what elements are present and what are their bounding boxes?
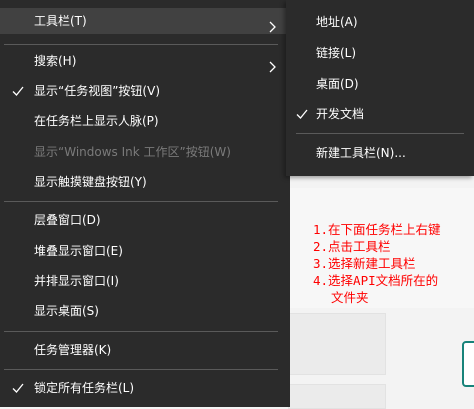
menu-item-label: 并排显示窗口(I) (34, 274, 119, 288)
menu-item-show-task-view-button[interactable]: 显示“任务视图”按钮(V) (0, 78, 290, 104)
partial-app-icon (462, 341, 474, 387)
menu-separator (4, 201, 278, 202)
menu-item-side-by-side-windows[interactable]: 并排显示窗口(I) (0, 268, 290, 294)
submenu-item-desktop[interactable]: 桌面(D) (286, 71, 474, 97)
submenu-item-address[interactable]: 地址(A) (286, 9, 474, 35)
menu-item-label: 桌面(D) (316, 77, 359, 91)
annotation-line: 1.在下面任务栏上右键 (313, 222, 441, 237)
menu-item-label: 显示“Windows Ink 工作区”按钮(W) (34, 145, 231, 159)
menu-item-label: 链接(L) (316, 46, 357, 60)
menu-item-label: 显示“任务视图”按钮(V) (34, 84, 161, 98)
menu-item-label: 堆叠显示窗口(E) (34, 244, 123, 258)
submenu-item-links[interactable]: 链接(L) (286, 40, 474, 66)
background-panel (288, 313, 386, 375)
menu-item-label: 显示桌面(S) (34, 304, 99, 318)
checkmark-icon (12, 375, 26, 401)
annotation-line: 4.选择API文档所在的 (313, 273, 439, 288)
menu-item-label: 新建工具栏(N)... (316, 146, 406, 160)
instruction-annotation: 1.在下面任务栏上右键 2.点击工具栏 3.选择新建工具栏 4.选择API文档所… (313, 221, 441, 306)
menu-item-label: 工具栏(T) (34, 14, 87, 28)
menu-item-touch-keyboard-button[interactable]: 显示触摸键盘按钮(Y) (0, 169, 290, 195)
menu-item-label: 搜索(H) (34, 54, 77, 68)
menu-item-label: 在任务栏上显示人脉(P) (34, 114, 159, 128)
menu-separator (4, 369, 278, 370)
checkmark-icon (296, 101, 310, 127)
menu-item-show-desktop[interactable]: 显示桌面(S) (0, 298, 290, 324)
submenu-item-dev-docs[interactable]: 开发文档 (286, 101, 474, 127)
menu-item-show-people[interactable]: 在任务栏上显示人脉(P) (0, 108, 290, 134)
checkmark-icon (12, 78, 26, 104)
menu-item-windows-ink-button: 显示“Windows Ink 工作区”按钮(W) (0, 139, 290, 165)
submenu-item-new-toolbar[interactable]: 新建工具栏(N)... (286, 140, 474, 166)
menu-item-label: 任务管理器(K) (34, 343, 112, 357)
menu-separator (4, 44, 278, 45)
menu-item-stacked-windows[interactable]: 堆叠显示窗口(E) (0, 238, 290, 264)
menu-item-label: 显示触摸键盘按钮(Y) (34, 175, 147, 189)
menu-separator (296, 133, 464, 134)
menu-item-task-manager[interactable]: 任务管理器(K) (0, 337, 290, 363)
menu-item-lock-all-taskbars[interactable]: 锁定所有任务栏(L) (0, 375, 290, 401)
menu-item-label: 层叠窗口(D) (34, 213, 101, 227)
menu-item-label: 地址(A) (316, 15, 358, 29)
menu-item-search[interactable]: 搜索(H) (0, 48, 290, 74)
menu-separator (4, 331, 278, 332)
toolbars-submenu: 地址(A) 链接(L) 桌面(D) 开发文档 新建工具栏(N)... (286, 0, 474, 176)
chevron-right-icon (268, 56, 278, 73)
menu-item-toolbars[interactable]: 工具栏(T) (0, 8, 290, 34)
taskbar-context-menu: 工具栏(T) 搜索(H) 显示“任务视图”按钮(V) 在任务栏上显示人脉(P) … (0, 0, 290, 407)
chevron-right-icon (268, 16, 278, 33)
menu-item-label: 开发文档 (316, 107, 365, 121)
menu-item-cascade-windows[interactable]: 层叠窗口(D) (0, 207, 290, 233)
annotation-line: 2.点击工具栏 (313, 239, 391, 254)
background-panel (288, 384, 386, 409)
menu-item-label: 锁定所有任务栏(L) (34, 381, 135, 395)
annotation-line: 3.选择新建工具栏 (313, 256, 416, 271)
annotation-line: 文件夹 (331, 290, 369, 305)
